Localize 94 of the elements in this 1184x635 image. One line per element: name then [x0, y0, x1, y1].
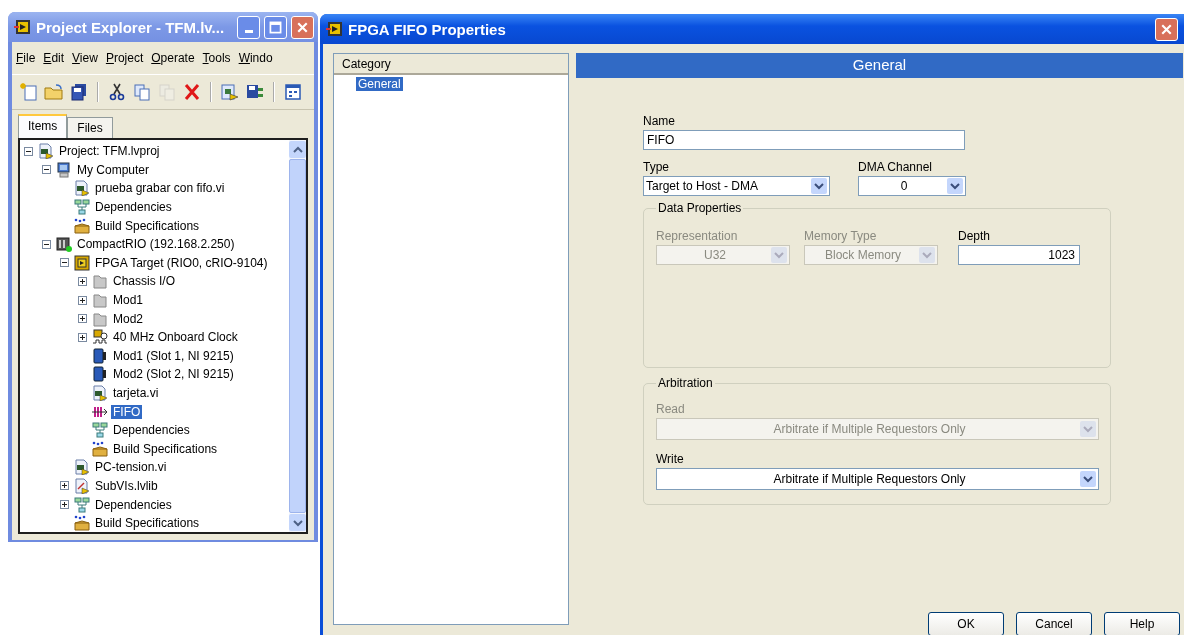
tree-item[interactable]: tarjeta.vi	[111, 386, 161, 400]
menu-item[interactable]: Operate	[151, 51, 195, 65]
tree-item[interactable]: FPGA Target (RIO0, cRIO-9104)	[93, 255, 270, 270]
tree-item[interactable]: Build Specifications	[93, 218, 202, 233]
hierarchy-icon	[92, 422, 108, 439]
field-label: Read	[656, 402, 686, 416]
scroll-down-icon[interactable]	[289, 514, 306, 532]
group-title: Arbitration	[656, 376, 715, 390]
folder-icon	[92, 292, 108, 309]
expand-toggle[interactable]	[42, 165, 53, 175]
expand-toggle[interactable]	[60, 500, 71, 510]
tab[interactable]: Items	[18, 114, 68, 138]
menu-item[interactable]: Edit	[43, 51, 65, 65]
expand-toggle[interactable]	[24, 146, 35, 156]
expand-toggle[interactable]	[78, 314, 89, 324]
minimize-button[interactable]	[237, 15, 260, 39]
hierarchy-icon	[74, 496, 90, 513]
field-label: Representation	[656, 229, 739, 243]
file-icon	[92, 385, 108, 401]
maximize-button[interactable]	[264, 15, 287, 39]
field-label: Type	[643, 160, 670, 174]
scroll-up-icon[interactable]	[289, 141, 306, 158]
category-item[interactable]: General	[356, 77, 403, 91]
tree-item[interactable]: Project: TFM.lvproj	[57, 144, 162, 159]
field-label: Memory Type	[804, 229, 878, 243]
folder-icon	[92, 310, 108, 327]
expand-toggle[interactable]	[60, 258, 71, 268]
tree-item[interactable]: Dependencies	[111, 423, 192, 438]
tree-item[interactable]: Dependencies	[93, 497, 174, 512]
menu-item[interactable]: Tools	[202, 51, 231, 65]
box-icon	[74, 515, 90, 532]
field-label: Write	[656, 452, 685, 466]
window-icon[interactable]	[282, 81, 304, 103]
module-icon	[92, 347, 108, 364]
module-icon	[92, 366, 108, 383]
expand-toggle[interactable]	[78, 276, 89, 286]
build-icon[interactable]	[219, 81, 241, 103]
box-icon	[74, 217, 90, 234]
box-icon	[92, 440, 108, 457]
menu-item[interactable]: Windo	[238, 51, 273, 65]
computer-icon	[56, 161, 72, 178]
close-button[interactable]	[291, 15, 314, 39]
file-icon	[74, 459, 90, 476]
file-icon	[74, 180, 90, 197]
tree-item[interactable]: Dependencies	[93, 200, 174, 215]
dma-channel-dropdown[interactable]: 0	[858, 176, 966, 196]
menu-item[interactable]: File	[16, 51, 36, 65]
tree-item[interactable]: Chassis I/O	[111, 274, 177, 289]
field-label: Name	[643, 114, 676, 128]
menu-item[interactable]: Project	[105, 51, 144, 65]
file-icon	[74, 478, 90, 494]
field-label: Depth	[958, 229, 992, 243]
tree-item[interactable]: Build Specifications	[93, 516, 202, 531]
section-header: General	[576, 53, 1183, 78]
expand-toggle[interactable]	[60, 481, 71, 491]
tree-item[interactable]: Build Specifications	[111, 441, 220, 456]
tree-item[interactable]: Mod1 (Slot 1, NI 9215)	[111, 348, 236, 363]
tree-item[interactable]: 40 MHz Onboard Clock	[111, 330, 240, 345]
clock-icon	[92, 329, 108, 346]
close-button[interactable]	[1155, 17, 1178, 41]
tree-item[interactable]: My Computer	[75, 162, 152, 177]
dropdown[interactable]: Arbitrate if Multiple Requestors Only	[656, 468, 1099, 490]
folder-icon	[92, 273, 108, 290]
minimize-icon	[244, 29, 253, 33]
app-icon	[326, 21, 344, 37]
hierarchy-icon	[74, 199, 90, 216]
file-icon	[38, 143, 54, 160]
tree-item[interactable]: prueba grabar con fifo.vi	[93, 181, 227, 196]
field-label: DMA Channel	[858, 160, 934, 174]
name-field[interactable]: FIFO	[643, 130, 965, 150]
tree-item[interactable]: SubVIs.lvlib	[93, 479, 160, 493]
group-title: Data Properties	[656, 201, 744, 215]
tree-item[interactable]: Mod2	[111, 311, 146, 326]
expand-toggle[interactable]	[42, 239, 53, 249]
tree-item[interactable]: Mod2 (Slot 2, NI 9215)	[111, 367, 236, 382]
window-title: Project Explorer - TFM.lv...	[36, 18, 226, 36]
type-dropdown[interactable]: Target to Host - DMA	[643, 176, 830, 196]
tree-item[interactable]: PC-tension.vi	[93, 460, 169, 475]
column-header: Category	[334, 54, 568, 75]
dialog-button[interactable]: Cancel	[1016, 612, 1092, 635]
tree-item[interactable]: FIFO	[111, 404, 143, 419]
tree-item[interactable]: CompactRIO (192.168.2.250)	[75, 237, 237, 252]
expand-toggle[interactable]	[78, 332, 89, 342]
dialog-button[interactable]: OK	[928, 612, 1004, 635]
app-icon	[14, 19, 32, 35]
dialog-button[interactable]: Help	[1104, 612, 1180, 635]
tree-item[interactable]: Mod1	[111, 293, 146, 308]
chassis-icon	[56, 236, 72, 253]
depth-field[interactable]: 1023	[958, 245, 1080, 265]
window-title: FPGA FIFO Properties	[348, 20, 507, 38]
tab[interactable]: Files	[67, 117, 113, 138]
chip-icon	[74, 254, 90, 271]
expand-toggle[interactable]	[78, 295, 89, 305]
menu-item[interactable]: View	[72, 51, 98, 65]
